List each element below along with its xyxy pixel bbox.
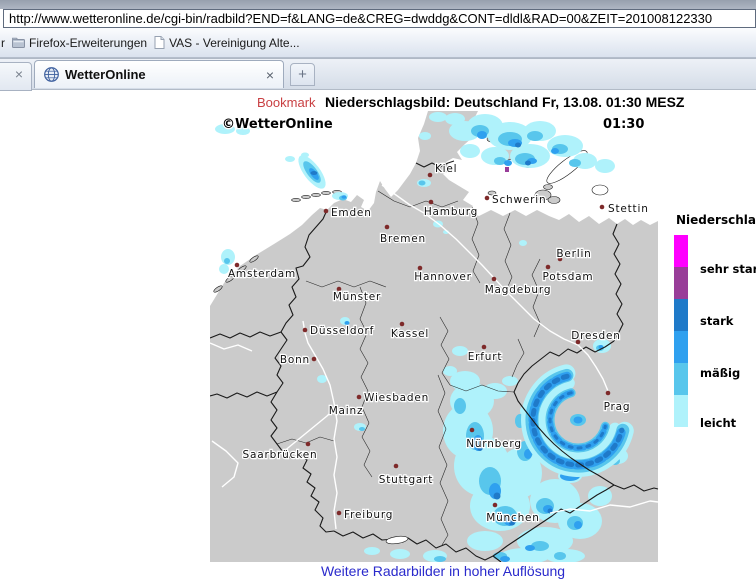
city-label: Wiesbaden	[364, 392, 429, 404]
tab-title: WetterOnline	[65, 67, 146, 82]
city-label: München	[486, 512, 540, 524]
city-label: Schwerin	[492, 194, 546, 206]
folder-icon	[12, 37, 25, 48]
legend-swatch-maessig	[674, 331, 688, 363]
page-icon	[154, 36, 165, 49]
watermark: ©WetterOnline	[222, 117, 333, 132]
city-label: Stettin	[608, 203, 649, 215]
footer: Weitere Radarbilder in hoher Auflösung	[210, 563, 676, 581]
city-label: Hamburg	[424, 206, 478, 218]
tab-clipped[interactable]: ×	[0, 62, 32, 91]
legend-swatch-sehr-stark	[674, 267, 688, 299]
bookmark-item-clipped[interactable]: r	[1, 36, 5, 50]
globe-icon	[44, 67, 59, 82]
bookmark-item-vas[interactable]: VAS - Vereinigung Alte...	[154, 36, 300, 50]
bookmark-item-label: VAS - Vereinigung Alte...	[169, 36, 300, 50]
bookmarks-toolbar: r Firefox-Erweiterungen VAS - Vereinigun…	[0, 28, 756, 58]
city-label: Prag	[604, 401, 631, 413]
tab-strip: × WetterOnline × +	[0, 58, 756, 90]
city-label: Düsseldorf	[310, 325, 374, 337]
city-label: Mainz	[329, 405, 364, 417]
legend-label: leicht	[700, 416, 737, 430]
legend-label: sehr stark	[700, 262, 756, 276]
page-title: Niederschlagsbild: Deutschland Fr, 13.08…	[325, 94, 684, 110]
legend-label: mäßig	[700, 366, 740, 380]
tab-wetteronline[interactable]: WetterOnline ×	[34, 60, 284, 88]
legend-swatch-maessig-hell	[674, 363, 688, 395]
legend-label: stark	[700, 314, 734, 328]
city-label: Potsdam	[543, 271, 594, 283]
city-label: Erfurt	[468, 351, 503, 363]
legend-swatch-leicht	[674, 395, 688, 427]
close-icon[interactable]: ×	[266, 68, 274, 82]
city-label: Emden	[331, 207, 372, 219]
radar-map-image: Kiel Hamburg Schwerin Stettin Emden Brem…	[210, 111, 756, 562]
city-label: Berlin	[556, 248, 591, 260]
new-tab-button[interactable]: +	[290, 63, 315, 86]
city-label: Dresden	[571, 330, 620, 342]
city-label: Hannover	[414, 271, 471, 283]
bookmark-item-firefox-erweiterungen[interactable]: Firefox-Erweiterungen	[12, 36, 147, 50]
legend-title: Niederschlag	[676, 213, 756, 227]
url-bar[interactable]: http://www.wetteronline.de/cgi-bin/radbi…	[3, 9, 756, 28]
city-label: Münster	[333, 291, 381, 303]
city-label: Nürnberg	[466, 438, 522, 450]
radar-time: 01:30	[603, 117, 644, 132]
city-label: Saarbrücken	[243, 449, 318, 461]
legend-swatch-extrem	[674, 235, 688, 267]
city-label: Amsterdam	[228, 268, 296, 280]
city-label: Kiel	[435, 163, 457, 175]
city-label: Bonn	[280, 354, 310, 366]
legend-swatch-stark	[674, 299, 688, 331]
city-label: Bremen	[380, 233, 426, 245]
city-label: Freiburg	[344, 509, 393, 521]
bookmark-item-label: Firefox-Erweiterungen	[29, 36, 147, 50]
bookmark-link[interactable]: Bookmark	[257, 95, 316, 110]
city-label: Stuttgart	[379, 474, 433, 486]
high-resolution-radar-link[interactable]: Weitere Radarbilder in hoher Auflösung	[321, 563, 565, 579]
city-label: Kassel	[391, 328, 429, 340]
window-top-edge	[0, 0, 756, 9]
city-label: Magdeburg	[485, 284, 552, 296]
close-icon[interactable]: ×	[15, 66, 23, 82]
